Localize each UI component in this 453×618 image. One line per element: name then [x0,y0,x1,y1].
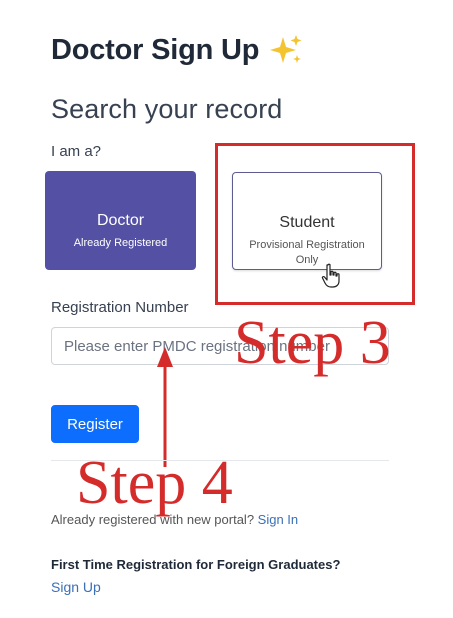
signin-row: Already registered with new portal? Sign… [51,512,298,527]
step3-highlight-box [215,143,415,305]
hand-pointer-icon [321,263,340,288]
doctor-role-card[interactable]: Doctor Already Registered [45,171,196,270]
registration-number-label: Registration Number [51,299,189,316]
signup-link[interactable]: Sign Up [51,579,101,595]
doctor-card-title: Doctor [96,212,145,229]
role-label: I am a? [51,143,102,160]
title-row: Doctor Sign Up [51,33,303,67]
step4-annotation: Step 4 [76,449,233,517]
register-button[interactable]: Register [51,405,139,443]
page-title: Doctor Sign Up [51,33,260,66]
signin-prompt: Already registered with new portal? [51,512,258,527]
foreign-graduates-heading: First Time Registration for Foreign Grad… [51,557,341,572]
signin-link[interactable]: Sign In [258,512,298,527]
step3-annotation: Step 3 [234,309,391,377]
search-heading: Search your record [51,94,283,124]
doctor-card-subtitle: Already Registered [73,237,168,249]
sparkles-icon [270,35,302,63]
